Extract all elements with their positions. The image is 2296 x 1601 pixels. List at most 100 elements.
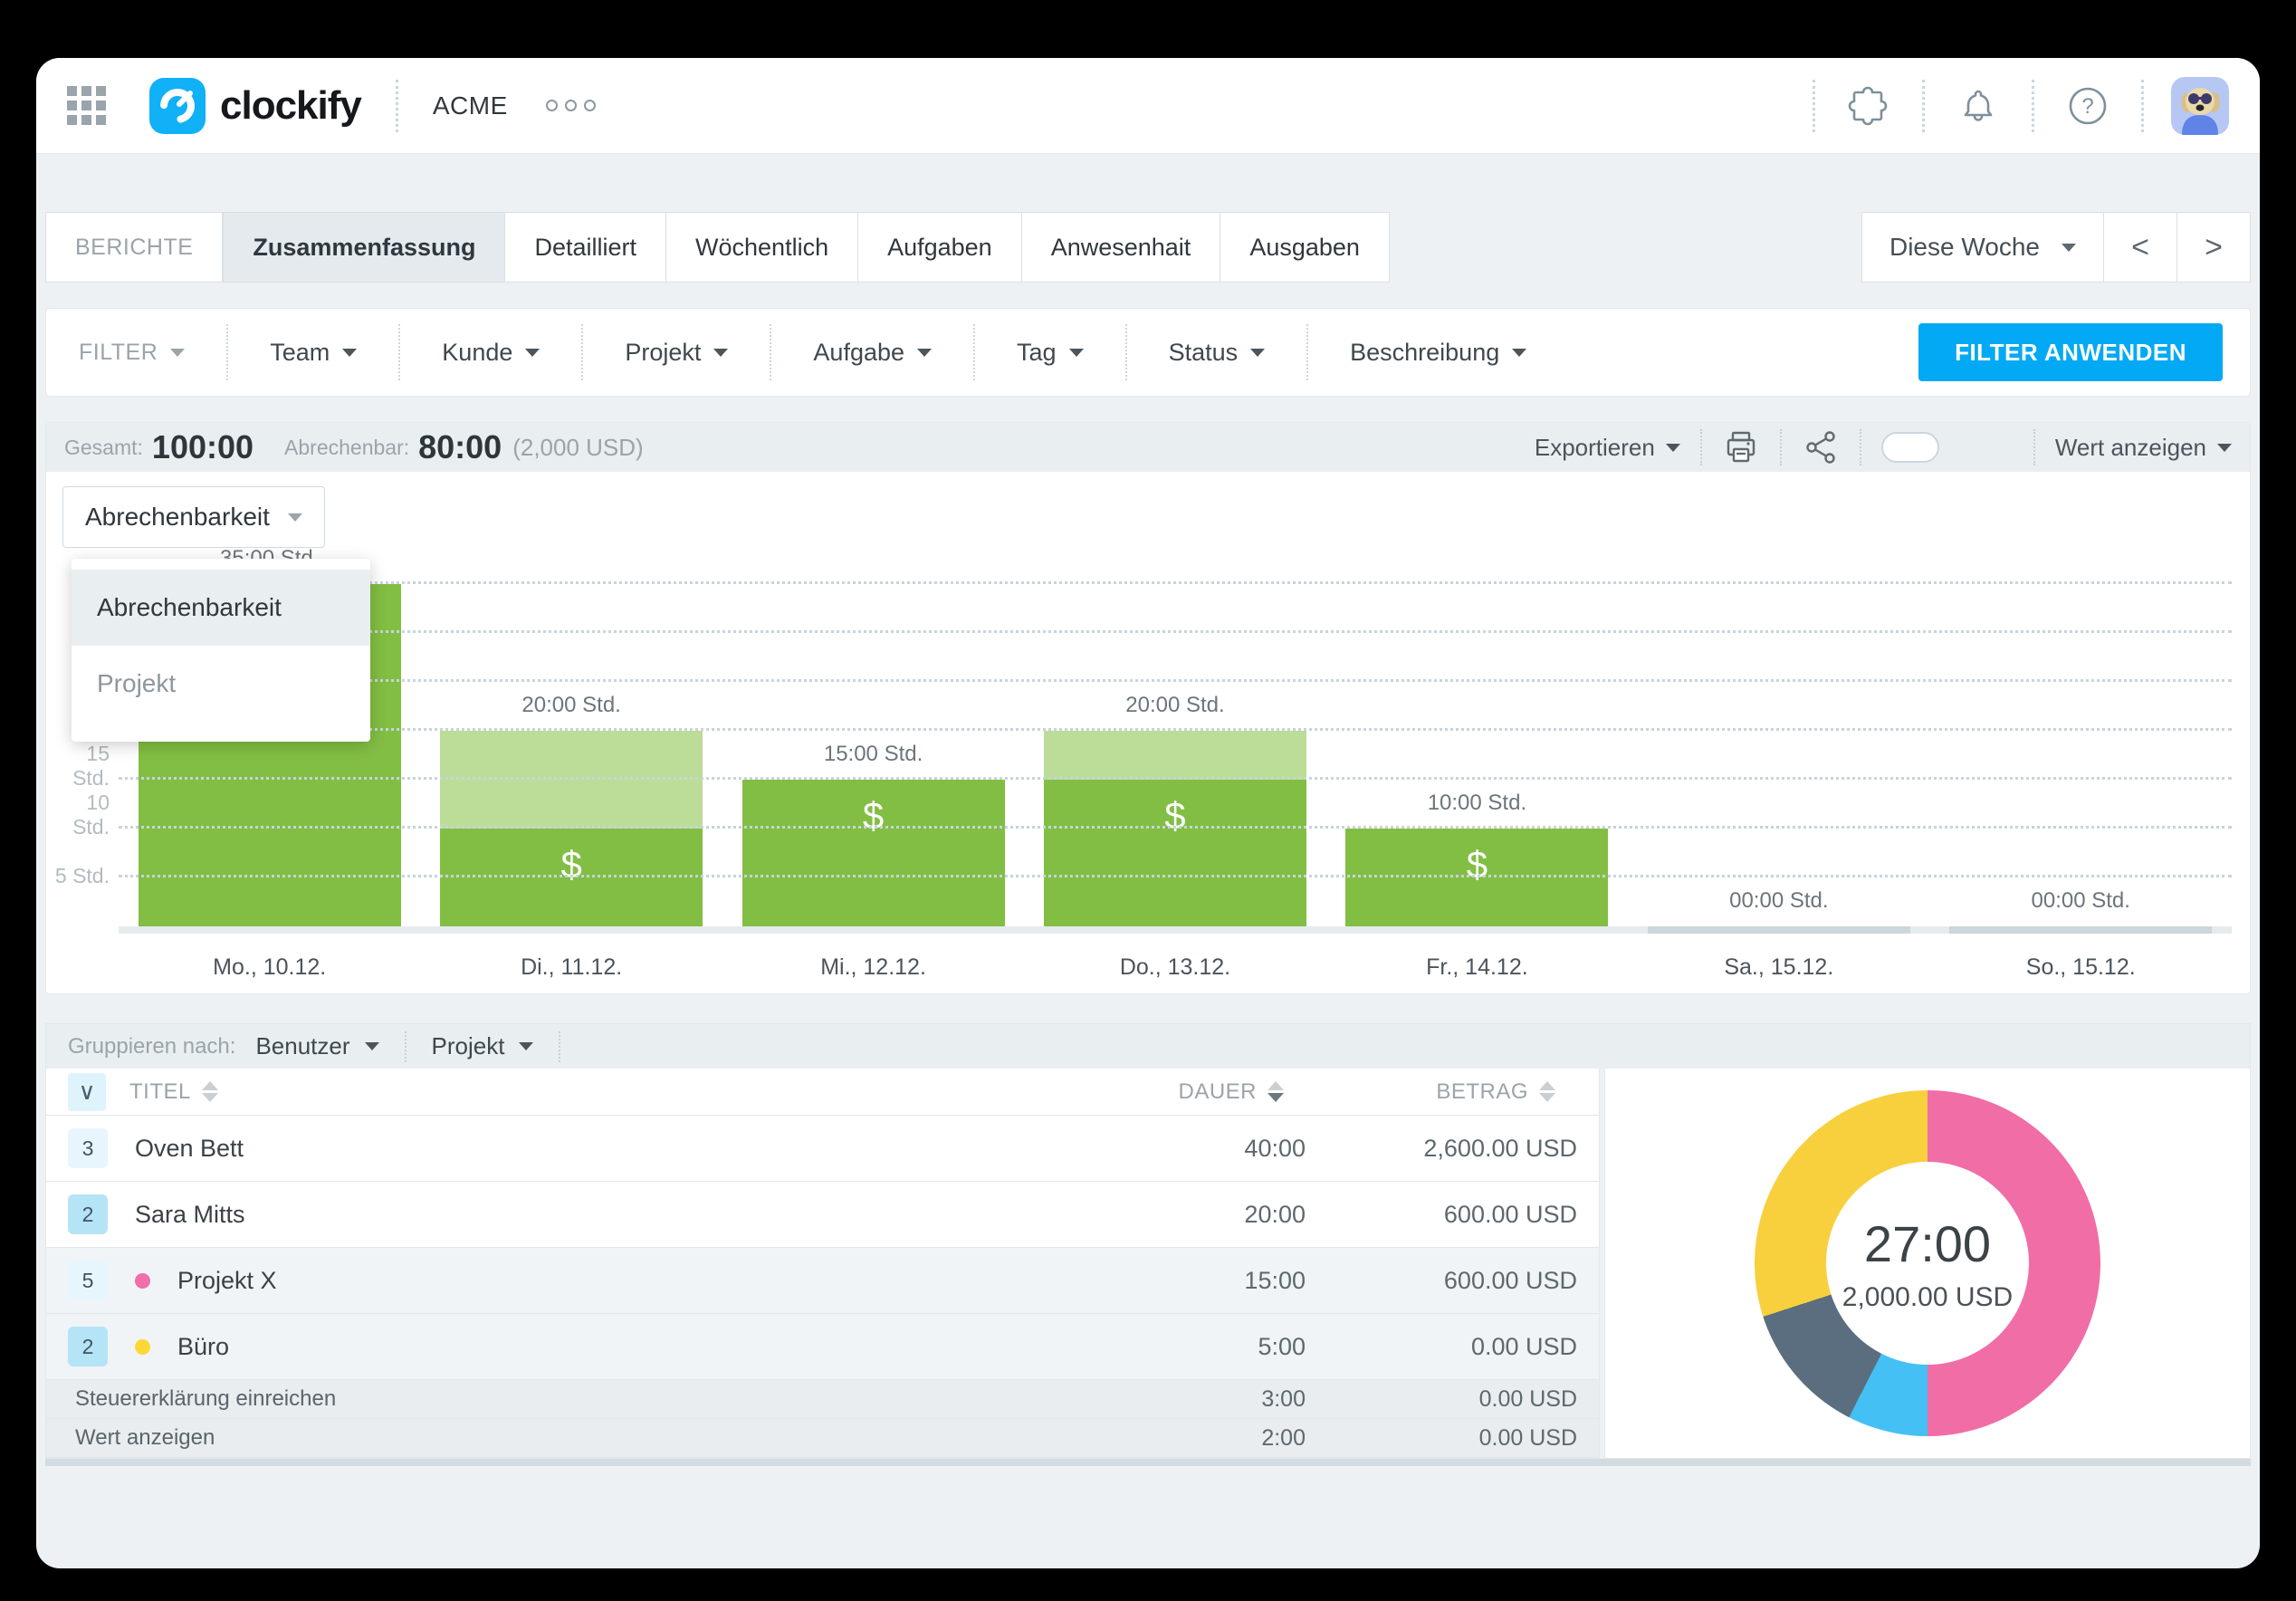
chart-mode-option-projekt[interactable]: Projekt [72, 646, 370, 722]
period-prev-button[interactable]: < [2103, 212, 2177, 283]
print-icon[interactable] [1722, 428, 1760, 466]
entry-count-badge[interactable]: 5 [68, 1261, 108, 1300]
bar-segment-nonbillable[interactable] [1044, 731, 1306, 780]
column-amount[interactable]: BETRAG [1284, 1079, 1555, 1105]
gridline-35 [119, 581, 2232, 584]
chevron-down-icon [1666, 444, 1680, 452]
row-duration: 5:00 [1115, 1333, 1306, 1361]
groupby-label: Gruppieren nach: [68, 1034, 235, 1059]
tab-aufgaben[interactable]: Aufgaben [857, 212, 1022, 283]
bar-3[interactable]: $ [1044, 731, 1306, 926]
period-dropdown[interactable]: Diese Woche [1861, 212, 2104, 283]
table-row-4[interactable]: Steuererklärung einreichen3:000.00 USD [46, 1380, 1599, 1419]
chart-mode-menu: AbrechenbarkeitProjekt [72, 559, 370, 742]
table-row-0[interactable]: 3Oven Bett40:002,600.00 USD [46, 1116, 1599, 1182]
filter-tag[interactable]: Tag [975, 327, 1125, 378]
filter-label: FILTER [79, 340, 158, 366]
show-value-dropdown[interactable]: Wert anzeigen [2055, 434, 2232, 462]
notifications-button[interactable] [1925, 84, 2032, 128]
column-title[interactable]: TITEL [129, 1079, 218, 1105]
filter-status[interactable]: Status [1127, 327, 1307, 378]
apply-filter-button[interactable]: FILTER ANWENDEN [1918, 323, 2223, 381]
bar-segment-billable[interactable]: $ [1345, 829, 1608, 926]
tab-ausgaben[interactable]: Ausgaben [1220, 212, 1390, 283]
table-rows: 3Oven Bett40:002,600.00 USD2Sara Mitts20… [46, 1116, 1599, 1458]
chevron-down-icon [713, 349, 728, 357]
bar-segment-billable[interactable]: $ [1044, 780, 1306, 926]
bar-value-label: 00:00 Std. [1628, 888, 1929, 914]
puzzle-icon [1847, 84, 1890, 128]
integrations-button[interactable] [1815, 84, 1922, 128]
filter-label-dropdown[interactable]: FILTER [72, 327, 226, 378]
groupby-user-dropdown[interactable]: Benutzer [255, 1032, 378, 1060]
chart-mode-dropdown[interactable]: Abrechenbarkeit [62, 486, 325, 548]
filter-team[interactable]: Team [228, 327, 398, 378]
bar-value-label: 20:00 Std. [1024, 693, 1325, 718]
table-row-2[interactable]: 5Projekt X15:00600.00 USD [46, 1248, 1599, 1314]
entry-count-badge[interactable]: 3 [68, 1128, 108, 1168]
chart-toolbar: Exportieren [1535, 428, 2232, 466]
tab-wöchentlich[interactable]: Wöchentlich [665, 212, 858, 283]
filter-projekt[interactable]: Projekt [583, 327, 770, 378]
clockify-logo[interactable]: clockify [149, 78, 361, 134]
period-label: Diese Woche [1889, 233, 2040, 262]
x-tick-label: Sa., 15.12. [1628, 954, 1929, 981]
donut-chart[interactable]: 27:00 2,000.00 USD [1755, 1090, 2100, 1436]
tab-anwesenhait[interactable]: Anwesenhait [1021, 212, 1221, 283]
bar-column-5: 00:00 Std.Sa., 15.12. [1628, 472, 1929, 934]
period-next-button[interactable]: > [2176, 212, 2251, 283]
row-duration: 2:00 [1115, 1425, 1306, 1452]
bar-value-label: 15:00 Std. [722, 742, 1024, 767]
table-row-5[interactable]: Wert anzeigen2:000.00 USD [46, 1419, 1599, 1458]
bar-1[interactable]: $ [440, 731, 703, 926]
filter-kunde-label: Kunde [442, 339, 512, 367]
show-value-label: Wert anzeigen [2055, 434, 2206, 462]
user-avatar[interactable] [2171, 77, 2229, 135]
total-label: Gesamt: [64, 436, 143, 460]
row-amount: 600.00 USD [1306, 1267, 1577, 1295]
rounding-toggle[interactable] [1881, 432, 1939, 463]
project-color-dot [135, 1273, 150, 1289]
column-duration[interactable]: DAUER [1094, 1079, 1284, 1105]
chart-mode-option-abrechenbarkeit[interactable]: Abrechenbarkeit [72, 570, 370, 646]
table-row-3[interactable]: 2Büro5:000.00 USD [46, 1314, 1599, 1380]
tab-detailliert[interactable]: Detailliert [504, 212, 666, 283]
export-label: Exportieren [1535, 434, 1655, 462]
bar-column-6: 00:00 Std.So., 15.12. [1930, 472, 2232, 934]
chart-card: Gesamt: 100:00 Abrechenbar: 80:00 (2,000… [45, 422, 2251, 994]
bar-column-2: 15:00 Std.$Mi., 12.12. [722, 472, 1024, 934]
filter-kunde[interactable]: Kunde [400, 327, 581, 378]
bar-4[interactable]: $ [1345, 829, 1608, 926]
bar-chart-plot: 35:00 Std.$Mo., 10.12.20:00 Std.$Di., 11… [119, 472, 2232, 934]
groupby-project-dropdown[interactable]: Projekt [432, 1032, 534, 1060]
collapse-all-icon[interactable]: ∨ [68, 1073, 106, 1111]
tab-zusammenfassung[interactable]: Zusammenfassung [223, 212, 505, 283]
bar-2[interactable]: $ [742, 780, 1005, 926]
row-title: Projekt X [177, 1267, 277, 1295]
filter-aufgabe[interactable]: Aufgabe [771, 327, 973, 378]
bar-segment-nonbillable[interactable] [440, 731, 703, 829]
entry-count-badge[interactable]: 2 [68, 1194, 108, 1234]
bar-column-4: 10:00 Std.$Fr., 14.12. [1326, 472, 1628, 934]
bar-segment-billable[interactable]: $ [440, 829, 703, 926]
project-color-dot [135, 1339, 150, 1355]
apps-grid-icon[interactable] [67, 86, 106, 125]
row-amount: 0.00 USD [1306, 1333, 1577, 1361]
bar-segment-billable[interactable]: $ [742, 780, 1005, 926]
entry-count-badge[interactable]: 2 [68, 1327, 108, 1366]
x-tick-label: Mo., 10.12. [119, 954, 420, 981]
x-tick-label: Mi., 12.12. [722, 954, 1024, 981]
table-row-1[interactable]: 2Sara Mitts20:00600.00 USD [46, 1182, 1599, 1248]
workspace-menu-icon[interactable] [546, 100, 596, 111]
column-duration-label: DAUER [1178, 1079, 1257, 1105]
chevron-down-icon [1069, 349, 1084, 357]
filter-projekt-label: Projekt [625, 339, 701, 367]
export-dropdown[interactable]: Exportieren [1535, 434, 1680, 462]
filter-beschreibung[interactable]: Beschreibung [1308, 327, 1568, 378]
workspace-name[interactable]: ACME [433, 91, 508, 120]
help-button[interactable]: ? [2034, 84, 2141, 128]
chevron-down-icon [288, 513, 302, 522]
table-header-row: ∨ TITEL DAUER BETRAG [46, 1069, 1599, 1116]
share-icon[interactable] [1802, 428, 1840, 466]
column-amount-label: BETRAG [1436, 1079, 1528, 1105]
